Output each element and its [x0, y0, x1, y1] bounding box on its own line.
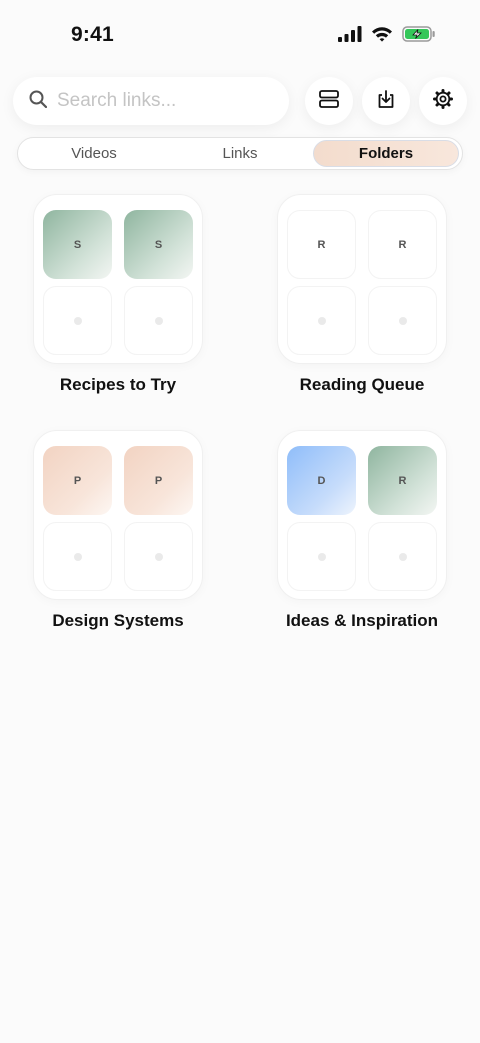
folder-tile: S [43, 210, 112, 279]
folder-tile-empty [43, 522, 112, 591]
top-bar: Search links... [13, 76, 467, 126]
folder-name: Reading Queue [299, 375, 425, 394]
status-time: 9:41 [71, 23, 114, 46]
status-bar: 9:41 [0, 0, 480, 70]
placeholder-dot [154, 316, 163, 325]
placeholder-dot [317, 552, 326, 561]
folder-tile: D [287, 446, 356, 515]
download-tray-icon [376, 89, 396, 114]
folder-card[interactable]: R R [277, 194, 447, 364]
placeholder-dot [398, 316, 407, 325]
folder-name: Recipes to Try [59, 375, 177, 394]
settings-button[interactable] [419, 77, 467, 125]
folder-tile-empty [124, 286, 193, 355]
tile-letter: R [317, 238, 326, 251]
tile-letter: R [398, 474, 407, 487]
folder-card[interactable]: P P [33, 430, 203, 600]
tile-letter: P [73, 474, 82, 487]
tab-folders[interactable]: Folders [313, 140, 459, 167]
rows-layout-icon [319, 89, 339, 113]
placeholder-dot [73, 552, 82, 561]
folder-tile: R [287, 210, 356, 279]
folder-name: Design Systems [52, 611, 184, 630]
tile-letter: P [154, 474, 163, 487]
search-icon [29, 90, 48, 113]
search-input[interactable]: Search links... [13, 77, 289, 125]
folder-design-systems[interactable]: P P Design Systems [33, 430, 203, 630]
folder-tile: R [368, 446, 437, 515]
folder-name: Ideas & Inspiration [285, 611, 439, 630]
tab-videos[interactable]: Videos [20, 140, 168, 167]
folder-tile-empty [43, 286, 112, 355]
folder-tile-empty [287, 522, 356, 591]
tile-letter: D [317, 474, 326, 487]
tile-letter: S [73, 238, 82, 251]
folder-card[interactable]: S S [33, 194, 203, 364]
folder-reading-queue[interactable]: R R Reading Queue [277, 194, 447, 394]
placeholder-dot [398, 552, 407, 561]
folder-tile: R [368, 210, 437, 279]
status-icons [338, 26, 436, 47]
folder-ideas-inspiration[interactable]: D R Ideas & Inspiration [277, 430, 447, 630]
folder-tile: P [43, 446, 112, 515]
wifi-icon [371, 26, 393, 47]
placeholder-dot [154, 552, 163, 561]
search-placeholder: Search links... [57, 90, 177, 111]
battery-charging-icon [402, 26, 436, 47]
layout-toggle-button[interactable] [305, 77, 353, 125]
folder-recipes-to-try[interactable]: S S Recipes to Try [33, 194, 203, 394]
folder-tile-empty [368, 522, 437, 591]
tile-letter: S [154, 238, 163, 251]
import-button[interactable] [362, 77, 410, 125]
placeholder-dot [73, 316, 82, 325]
folder-tile-empty [368, 286, 437, 355]
placeholder-dot [317, 316, 326, 325]
tile-letter: R [398, 238, 407, 251]
tab-links[interactable]: Links [168, 140, 312, 167]
folder-tile-empty [287, 286, 356, 355]
segmented-control: Videos Links Folders [17, 137, 463, 170]
folder-card[interactable]: D R [277, 430, 447, 600]
folder-tile-empty [124, 522, 193, 591]
gear-icon [433, 88, 453, 114]
cellular-signal-icon [338, 26, 362, 47]
folder-tile: P [124, 446, 193, 515]
folder-tile: S [124, 210, 193, 279]
